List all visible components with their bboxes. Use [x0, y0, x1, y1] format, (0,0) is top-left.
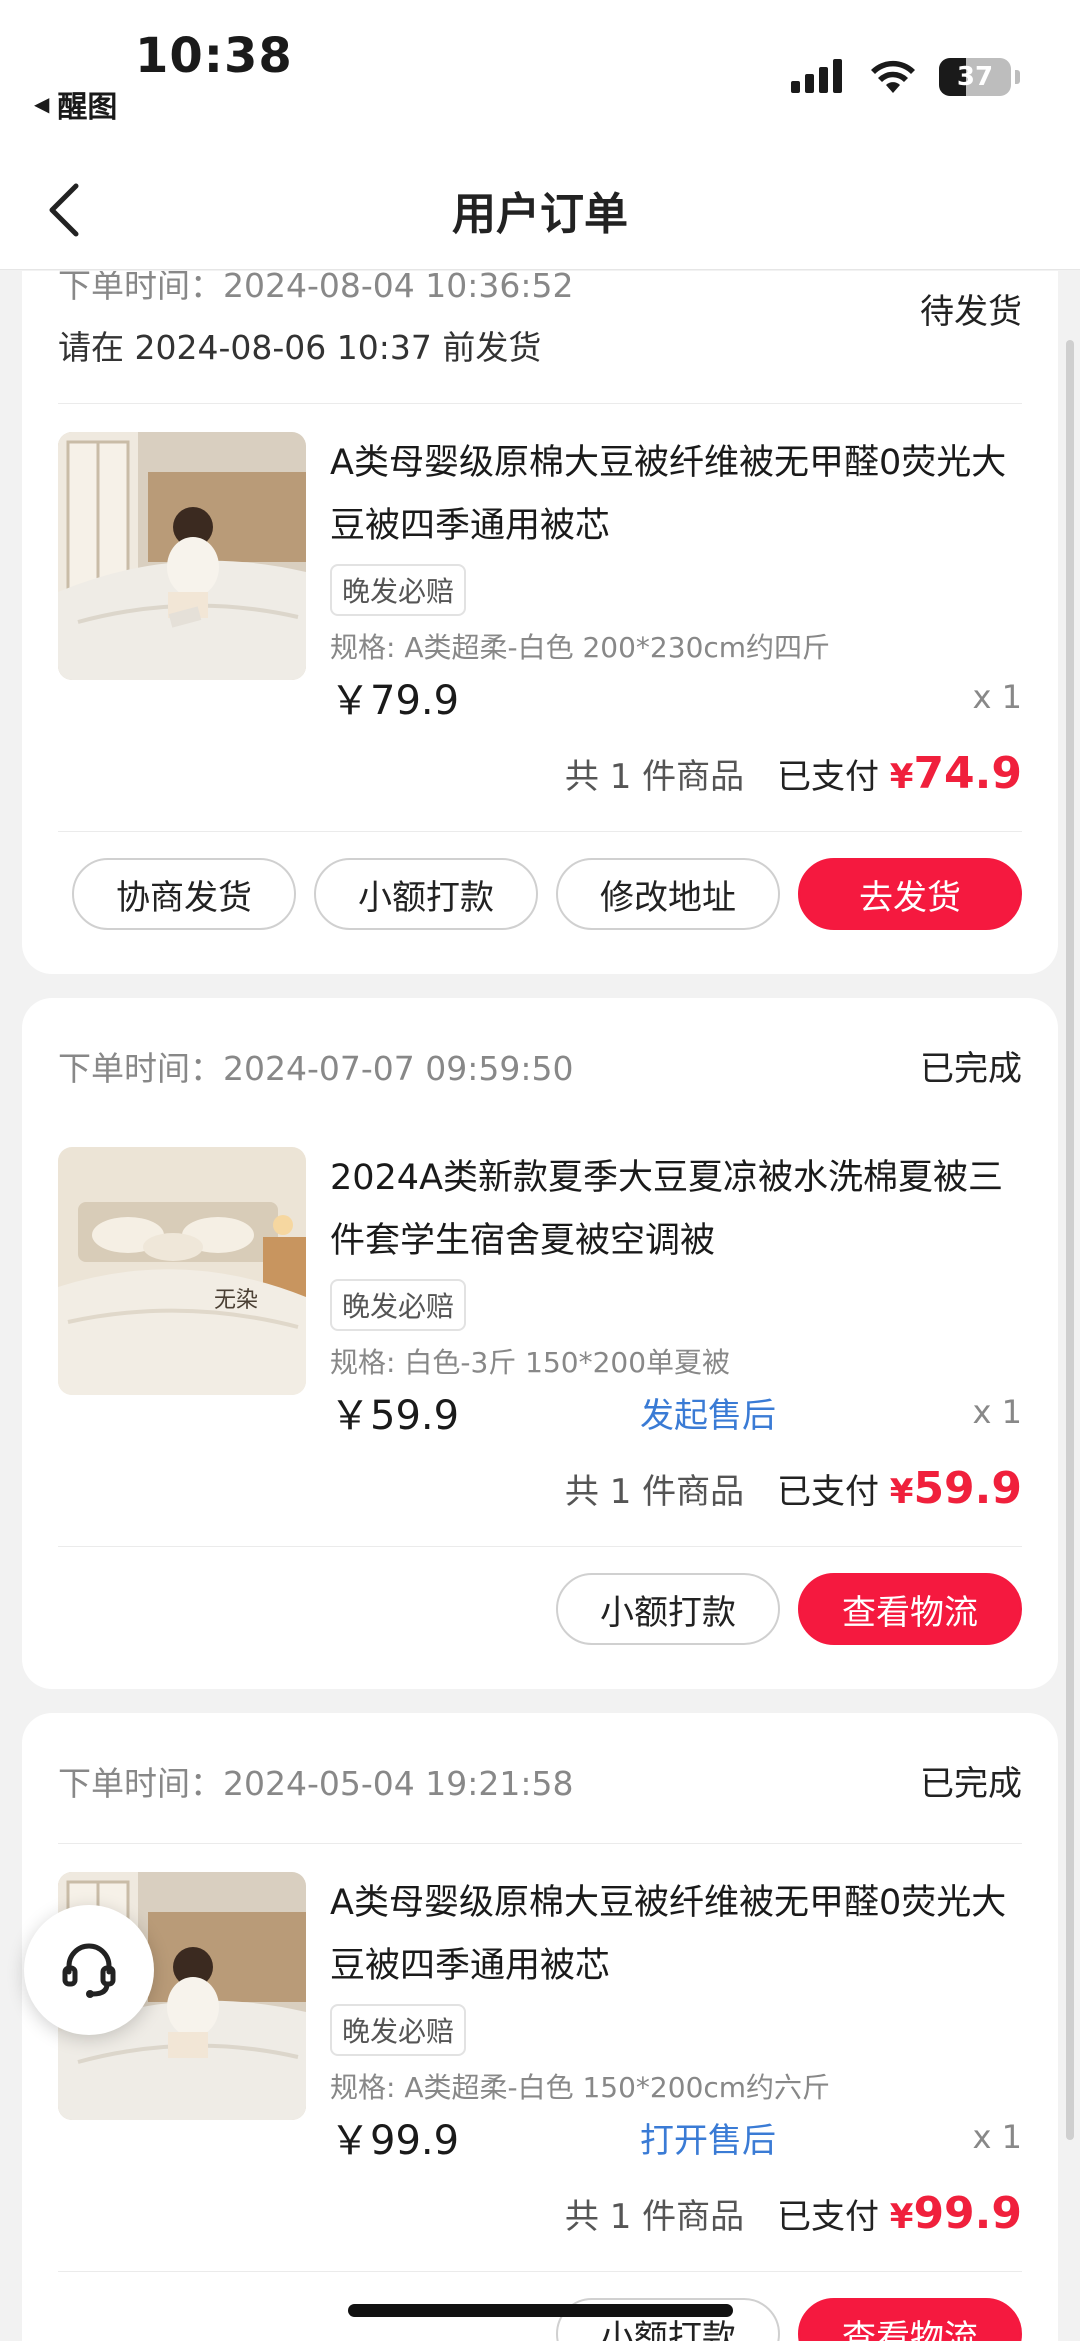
order-header: 下单时间：2024-05-04 19:21:58 已完成 — [58, 1713, 1022, 1815]
paid-amount: ¥74.9 — [889, 748, 1022, 799]
late-ship-compensation-tag: 晚发必赔 — [330, 2004, 467, 2056]
order-actions: 协商发货 小额打款 修改地址 去发货 — [58, 832, 1022, 974]
nav-bar: 用户订单 — [0, 150, 1080, 270]
price-row: ￥59.9 发起售后 x 1 — [330, 1383, 1022, 1441]
order-status: 已完成 — [920, 1764, 1022, 1804]
back-to-app-link[interactable]: ◀ 醒图 — [34, 82, 117, 126]
item-count: 共 1 件商品 — [564, 757, 745, 797]
order-actions: 小额打款 查看物流 — [58, 1547, 1022, 1689]
ship-button[interactable]: 去发货 — [798, 858, 1022, 930]
order-summary: 共 1 件商品 已支付 ¥59.9 — [58, 1441, 1022, 1546]
product-row[interactable]: A类母婴级原棉大豆被纤维被无甲醛0荧光大豆被四季通用被芯 晚发必赔 规格: A类… — [58, 404, 1022, 726]
order-time: 下单时间：2024-07-07 09:59:50 — [58, 1049, 574, 1088]
home-indicator[interactable] — [348, 2304, 733, 2317]
order-time: 下单时间：2024-05-04 19:21:58 — [58, 1764, 574, 1803]
status-time: 10:38 — [135, 28, 293, 84]
order-header-left: 下单时间：2024-08-04 10:36:52 请在 2024-08-06 1… — [58, 271, 573, 379]
price-row: ￥79.9 x 1 — [330, 668, 1022, 726]
item-count: 共 1 件商品 — [564, 1472, 745, 1512]
product-qty: x 1 — [972, 1393, 1022, 1431]
product-row[interactable]: 无染 2024A类新款夏季大豆夏凉被水洗棉夏被三件套学生宿舍夏被空调被 晚发必赔… — [58, 1125, 1022, 1441]
small-payment-button[interactable]: 小额打款 — [314, 858, 538, 930]
order-header: 下单时间：2024-07-07 09:59:50 已完成 — [58, 998, 1022, 1100]
battery-icon: 37 — [939, 58, 1011, 96]
product-row[interactable]: A类母婴级原棉大豆被纤维被无甲醛0荧光大豆被四季通用被芯 晚发必赔 规格: A类… — [58, 1844, 1022, 2166]
scrollbar[interactable] — [1066, 340, 1074, 2140]
item-count: 共 1 件商品 — [564, 2197, 745, 2237]
order-list[interactable]: 下单时间：2024-08-04 10:36:52 请在 2024-08-06 1… — [0, 271, 1080, 2341]
late-ship-compensation-tag: 晚发必赔 — [330, 564, 467, 616]
product-qty: x 1 — [972, 678, 1022, 716]
ship-deadline: 请在 2024-08-06 10:37 前发货 — [58, 328, 542, 367]
paid-label: 已支付 — [776, 2197, 879, 2237]
product-info: 2024A类新款夏季大豆夏凉被水洗棉夏被三件套学生宿舍夏被空调被 晚发必赔 规格… — [330, 1147, 1022, 1441]
product-price: ￥79.9 — [330, 678, 460, 724]
product-spec: 规格: A类超柔-白色 200*230cm约四斤 — [330, 631, 831, 664]
order-time: 下单时间：2024-08-04 10:36:52 — [58, 271, 574, 305]
product-image[interactable] — [58, 432, 306, 680]
status-bar: 10:38 ◀ 醒图 37 — [0, 0, 1080, 150]
battery-percent: 37 — [956, 62, 994, 92]
product-title[interactable]: 2024A类新款夏季大豆夏凉被水洗棉夏被三件套学生宿舍夏被空调被 — [330, 1147, 1022, 1273]
price-row: ￥99.9 打开售后 x 1 — [330, 2108, 1022, 2166]
product-spec: 规格: A类超柔-白色 150*200cm约六斤 — [330, 2071, 831, 2104]
order-header: 下单时间：2024-08-04 10:36:52 请在 2024-08-06 1… — [58, 271, 1022, 379]
order-summary: 共 1 件商品 已支付 ¥74.9 — [58, 726, 1022, 831]
product-info: A类母婴级原棉大豆被纤维被无甲醛0荧光大豆被四季通用被芯 晚发必赔 规格: A类… — [330, 1872, 1022, 2166]
customer-service-icon — [62, 1943, 116, 1998]
paid-amount: ¥59.9 — [889, 1463, 1022, 1514]
paid-amount: ¥99.9 — [889, 2188, 1022, 2239]
product-title[interactable]: A类母婴级原棉大豆被纤维被无甲醛0荧光大豆被四季通用被芯 — [330, 1872, 1022, 1998]
product-price: ￥99.9 — [330, 2118, 460, 2164]
status-icons: 37 — [791, 58, 1020, 96]
product-spec: 规格: 白色-3斤 150*200单夏被 — [330, 1346, 731, 1379]
paid-label: 已支付 — [776, 757, 879, 797]
battery-cap — [1015, 70, 1020, 84]
view-logistics-button[interactable]: 查看物流 — [798, 2298, 1022, 2341]
modify-address-button[interactable]: 修改地址 — [556, 858, 780, 930]
order-card: 下单时间：2024-07-07 09:59:50 已完成 无染 2024A类新款… — [22, 998, 1058, 1689]
back-chevron-icon — [49, 183, 79, 237]
product-image-text: 无染 — [214, 1288, 258, 1313]
product-title[interactable]: A类母婴级原棉大豆被纤维被无甲醛0荧光大豆被四季通用被芯 — [330, 432, 1022, 558]
order-status: 待发货 — [920, 292, 1022, 332]
product-image[interactable]: 无染 — [58, 1147, 306, 1395]
order-card: 下单时间：2024-05-04 19:21:58 已完成 A类母婴级原棉大豆被纤… — [22, 1713, 1058, 2341]
back-app-label: 醒图 — [57, 90, 118, 125]
start-after-sale-link[interactable]: 发起售后 — [640, 1388, 776, 1437]
small-payment-button[interactable]: 小额打款 — [556, 1573, 780, 1645]
negotiate-shipping-button[interactable]: 协商发货 — [72, 858, 296, 930]
late-ship-compensation-tag: 晚发必赔 — [330, 1279, 467, 1331]
view-logistics-button[interactable]: 查看物流 — [798, 1573, 1022, 1645]
page-title: 用户订单 — [452, 188, 628, 240]
order-status: 已完成 — [920, 1049, 1022, 1089]
order-summary: 共 1 件商品 已支付 ¥99.9 — [58, 2166, 1022, 2271]
customer-service-button[interactable] — [24, 1905, 154, 2035]
open-after-sale-link[interactable]: 打开售后 — [640, 2113, 776, 2162]
product-info: A类母婴级原棉大豆被纤维被无甲醛0荧光大豆被四季通用被芯 晚发必赔 规格: A类… — [330, 432, 1022, 726]
back-button[interactable] — [40, 178, 100, 242]
paid-label: 已支付 — [776, 1472, 879, 1512]
order-card: 下单时间：2024-08-04 10:36:52 请在 2024-08-06 1… — [22, 271, 1058, 974]
back-triangle-icon: ◀ — [34, 92, 50, 116]
product-qty: x 1 — [972, 2118, 1022, 2156]
wifi-icon — [871, 60, 915, 93]
signal-icon — [791, 59, 842, 93]
product-price: ￥59.9 — [330, 1393, 460, 1439]
